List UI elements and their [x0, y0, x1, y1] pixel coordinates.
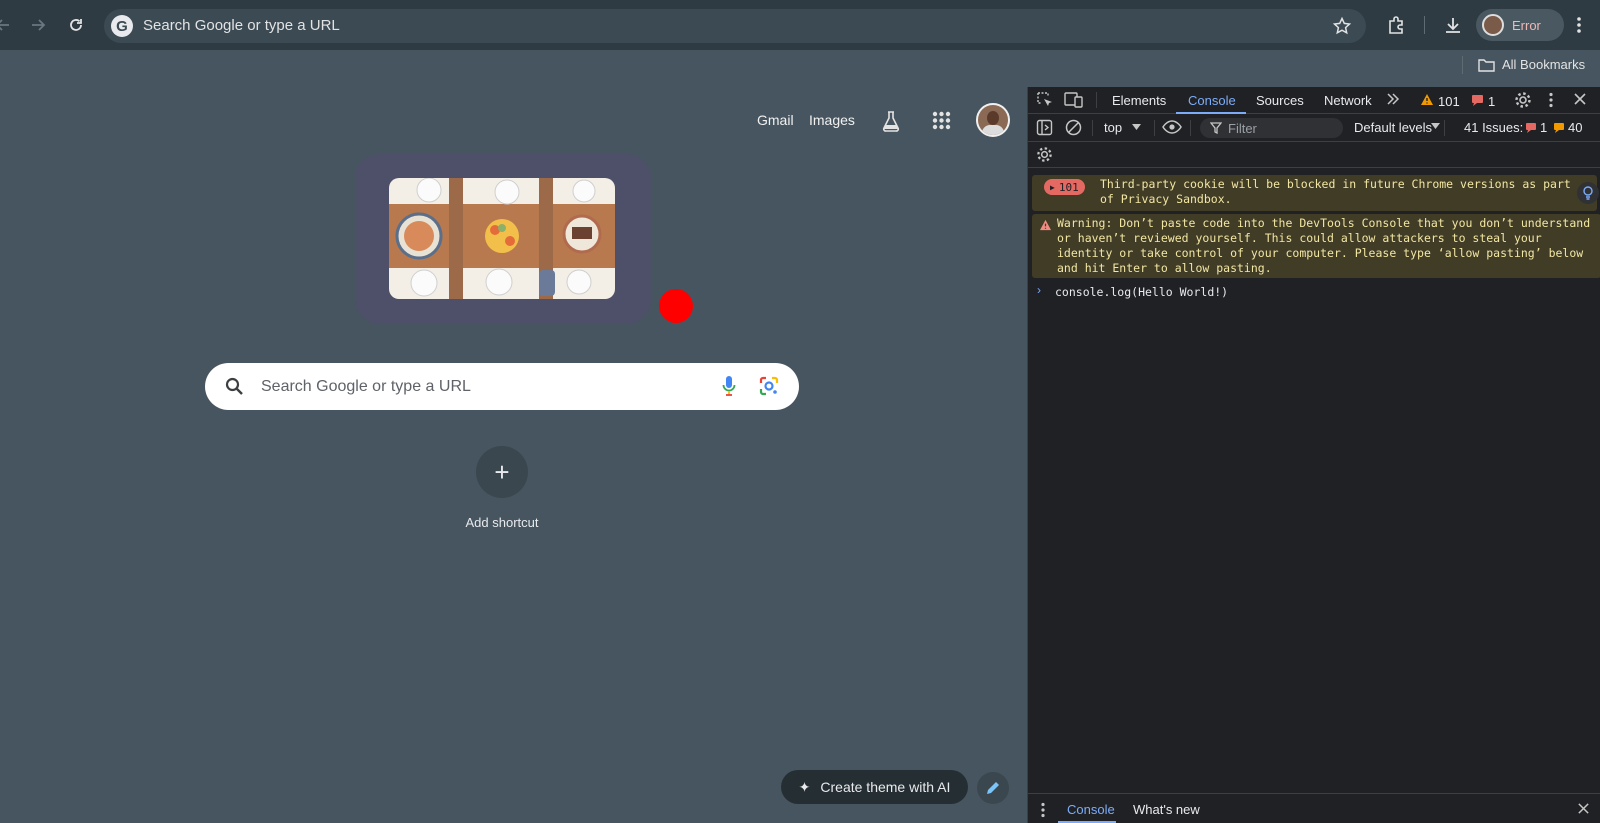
- omnibox[interactable]: G Search Google or type a URL: [104, 9, 1366, 43]
- downloads-icon[interactable]: [1440, 12, 1466, 38]
- filter-funnel-icon: [1210, 122, 1222, 134]
- sparkle-icon: ✦: [798, 778, 811, 795]
- chrome-menu-icon[interactable]: [1566, 12, 1592, 38]
- toolbar-divider: [1154, 120, 1155, 136]
- devtools-drawer-bar: Console What's new: [1028, 793, 1600, 823]
- error-count-icon[interactable]: [1471, 94, 1484, 106]
- warning-message-text: Warning: Don’t paste code into the DevTo…: [1057, 216, 1591, 275]
- add-shortcut-button[interactable]: +: [476, 446, 528, 498]
- issue-badge[interactable]: ▶ 101: [1044, 179, 1085, 195]
- toolbar-divider: [1444, 120, 1445, 136]
- clear-console-icon[interactable]: [1065, 119, 1082, 136]
- tab-divider: [1096, 92, 1097, 108]
- log-levels-select[interactable]: Default levels: [1354, 120, 1432, 135]
- filter-placeholder: Filter: [1228, 121, 1257, 136]
- customize-pencil-button[interactable]: [977, 772, 1009, 804]
- tab-console[interactable]: Console: [1188, 93, 1236, 108]
- console-message-issue[interactable]: ▶ 101 Third-party cookie will be blocked…: [1032, 175, 1599, 211]
- console-settings-row: [1028, 142, 1600, 168]
- close-drawer-icon[interactable]: [1577, 802, 1590, 815]
- forward-icon[interactable]: [23, 10, 53, 40]
- all-bookmarks-label: All Bookmarks: [1502, 57, 1586, 72]
- profile-chip-label: Error: [1512, 17, 1541, 33]
- create-theme-button[interactable]: ✦ Create theme with AI: [781, 770, 968, 804]
- reload-icon[interactable]: [61, 10, 91, 40]
- labs-flask-icon[interactable]: [880, 110, 902, 132]
- console-toolbar: top Filter Default levels 41 Issues: 1 4…: [1028, 114, 1600, 142]
- devtools-menu-icon[interactable]: [1548, 92, 1554, 108]
- console-message-warning[interactable]: Warning: Don’t paste code into the DevTo…: [1032, 214, 1600, 278]
- levels-dropdown-icon[interactable]: [1431, 123, 1440, 129]
- console-prompt[interactable]: › console.log(Hello World!): [1028, 283, 1600, 301]
- account-avatar[interactable]: [976, 103, 1010, 137]
- issues-warning-icon[interactable]: [1553, 122, 1565, 134]
- tab-elements[interactable]: Elements: [1112, 93, 1166, 108]
- recording-dot: [659, 289, 693, 323]
- issues-label[interactable]: 41 Issues:: [1464, 120, 1523, 135]
- drawer-tab-whats-new[interactable]: What's new: [1133, 802, 1200, 817]
- google-lens-icon[interactable]: [758, 375, 780, 397]
- bookmarks-bar: All Bookmarks: [0, 50, 1600, 80]
- more-tabs-icon[interactable]: [1386, 92, 1400, 106]
- google-g-icon: G: [111, 15, 133, 37]
- images-link[interactable]: Images: [809, 112, 855, 128]
- console-settings-icon[interactable]: [1036, 146, 1053, 163]
- folder-icon: [1478, 58, 1502, 72]
- insights-bulb-icon[interactable]: [1577, 182, 1599, 204]
- toolbar-divider: [1190, 120, 1191, 136]
- drawer-menu-icon[interactable]: [1040, 802, 1046, 818]
- warning-triangle-icon[interactable]: [1420, 93, 1434, 106]
- tab-sources[interactable]: Sources: [1256, 93, 1304, 108]
- console-input[interactable]: console.log(Hello World!): [1055, 285, 1228, 300]
- warning-icon: [1039, 219, 1052, 231]
- issues-error-count[interactable]: 1: [1540, 120, 1547, 135]
- error-count[interactable]: 1: [1488, 94, 1495, 109]
- all-bookmarks-button[interactable]: All Bookmarks: [1478, 57, 1585, 72]
- close-devtools-icon[interactable]: [1573, 92, 1587, 106]
- omnibox-text[interactable]: Search Google or type a URL: [143, 17, 340, 34]
- create-theme-label: Create theme with AI: [820, 779, 951, 795]
- plus-icon: +: [494, 456, 510, 487]
- bookmark-star-icon[interactable]: [1332, 16, 1352, 36]
- sidebar-toggle-icon[interactable]: [1036, 119, 1053, 136]
- issue-message-text: Third-party cookie will be blocked in fu…: [1100, 177, 1571, 206]
- search-input[interactable]: Search Google or type a URL: [261, 378, 471, 396]
- settings-gear-icon[interactable]: [1514, 91, 1532, 109]
- toolbar-separator: [1424, 16, 1425, 34]
- live-expression-eye-icon[interactable]: [1162, 120, 1182, 134]
- drawer-tab-console[interactable]: Console: [1067, 802, 1115, 817]
- google-doodle[interactable]: [389, 178, 615, 299]
- context-select[interactable]: top: [1104, 120, 1122, 135]
- ntp-search-box[interactable]: Search Google or type a URL: [205, 363, 799, 410]
- apps-grid-icon[interactable]: [932, 111, 951, 130]
- gmail-link[interactable]: Gmail: [757, 112, 794, 128]
- devtools-panel: Elements Console Sources Network 101 1 t…: [1027, 87, 1600, 823]
- add-shortcut-label: Add shortcut: [465, 515, 539, 530]
- avatar: [1482, 14, 1504, 36]
- browser-toolbar: G Search Google or type a URL Error: [0, 0, 1600, 50]
- tab-network[interactable]: Network: [1324, 93, 1372, 108]
- expand-triangle-icon: ▶: [1050, 182, 1055, 192]
- back-icon[interactable]: [0, 10, 18, 40]
- bookmarks-separator: [1462, 56, 1463, 74]
- voice-search-icon[interactable]: [722, 375, 736, 397]
- issues-warning-count[interactable]: 40: [1568, 120, 1582, 135]
- profile-chip[interactable]: Error: [1476, 9, 1564, 41]
- extensions-icon[interactable]: [1383, 12, 1409, 38]
- console-filter-input[interactable]: Filter: [1200, 118, 1343, 138]
- issue-badge-count: 101: [1058, 180, 1079, 194]
- search-icon: [225, 377, 244, 396]
- context-dropdown-icon[interactable]: [1132, 124, 1141, 130]
- devtools-tab-bar: Elements Console Sources Network 101 1: [1028, 87, 1600, 114]
- device-toolbar-icon[interactable]: [1064, 91, 1084, 109]
- toolbar-divider: [1092, 120, 1093, 136]
- inspect-element-icon[interactable]: [1036, 91, 1054, 109]
- issues-error-icon[interactable]: [1525, 122, 1537, 134]
- prompt-chevron-icon: ›: [1037, 283, 1041, 297]
- warning-count[interactable]: 101: [1438, 94, 1460, 109]
